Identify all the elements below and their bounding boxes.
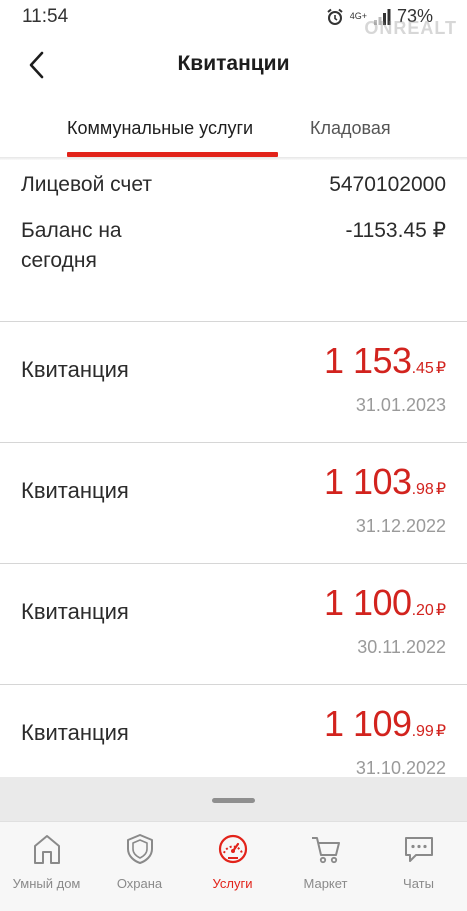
amount-fraction: .20 — [411, 602, 434, 619]
nav-label: Охрана — [116, 876, 163, 891]
alarm-icon — [327, 8, 343, 25]
nav-item-security[interactable]: Охрана — [93, 832, 186, 891]
receipt-date: 31.12.2022 — [355, 516, 446, 536]
amount-fraction: .99 — [411, 723, 434, 740]
balance-label-line2: сегодня — [21, 249, 97, 272]
receipt-label: Квитанция — [21, 478, 129, 503]
amount-currency: ₽ — [435, 602, 446, 619]
receipt-label: Квитанция — [21, 357, 129, 382]
receipt-label: Квитанция — [21, 720, 129, 745]
amount-currency: ₽ — [435, 481, 446, 498]
nav-label: Чаты — [403, 876, 434, 891]
account-value: 5470102000 — [329, 173, 446, 196]
receipt-date: 31.01.2023 — [355, 395, 446, 415]
amount-integer: 1 103 — [323, 461, 412, 502]
tabs: Коммунальные услуги Кладовая — [0, 100, 467, 158]
nav-label: Умный дом — [12, 876, 81, 891]
amount-integer: 1 153 — [323, 340, 412, 381]
receipt-amount: 1 103.98 ₽ — [324, 461, 446, 503]
page-title: Квитанции — [177, 52, 290, 75]
drag-handle[interactable] — [212, 798, 255, 803]
receipt-item[interactable]: Квитанция 1 103.98 ₽ 31.12.2022 — [0, 442, 467, 563]
speedometer-icon — [218, 834, 247, 864]
shield-icon — [126, 834, 153, 864]
balance-label: Баланс на сегодня — [21, 216, 122, 276]
balance-row: Баланс на сегодня -1153.45 ₽ — [21, 216, 446, 278]
nav-item-chats[interactable]: Чаты — [372, 832, 465, 891]
tab-utilities[interactable]: Коммунальные услуги — [67, 118, 253, 139]
amount-fraction: .98 — [411, 481, 434, 498]
nav-item-smart-home[interactable]: Умный дом — [0, 832, 93, 891]
nav-label: Услуги — [212, 876, 253, 891]
bottom-sheet-bar[interactable] — [0, 777, 467, 821]
amount-integer: 1 100 — [323, 582, 412, 623]
home-icon — [33, 835, 60, 864]
balance-value: -1153.45 ₽ — [345, 219, 446, 242]
receipt-date: 31.10.2022 — [355, 758, 446, 778]
header: Квитанции — [0, 34, 467, 94]
nav-item-market[interactable]: Маркет — [279, 832, 372, 891]
divider — [0, 157, 467, 160]
receipt-date: 30.11.2022 — [357, 637, 446, 657]
balance-label-line1: Баланс на — [21, 219, 122, 242]
receipt-label: Квитанция — [21, 599, 129, 624]
receipt-amount: 1 109.99 ₽ — [324, 703, 446, 745]
amount-currency: ₽ — [435, 360, 446, 377]
cart-icon — [311, 837, 340, 864]
status-time: 11:54 — [22, 6, 69, 27]
amount-currency: ₽ — [435, 723, 446, 740]
account-label: Лицевой счет — [21, 173, 152, 196]
receipt-amount: 1 153.45 ₽ — [324, 340, 446, 382]
nav-item-services[interactable]: Услуги — [186, 832, 279, 891]
nav-label: Маркет — [303, 876, 348, 891]
receipt-amount: 1 100.20 ₽ — [324, 582, 446, 624]
receipt-item[interactable]: Квитанция 1 100.20 ₽ 30.11.2022 — [0, 563, 467, 684]
amount-integer: 1 109 — [323, 703, 412, 744]
tab-storage[interactable]: Кладовая — [310, 118, 391, 139]
receipt-item[interactable]: Квитанция 1 153.45 ₽ 31.01.2023 — [0, 321, 467, 442]
bottom-nav: Умный дом Охрана Услуги Маркет Чаты — [0, 821, 467, 911]
receipts-list: Квитанция 1 153.45 ₽ 31.01.2023 Квитанция… — [0, 321, 467, 805]
amount-fraction: .45 — [411, 360, 434, 377]
status-bar: 11:54 4G+ 73% ONREALT — [0, 0, 467, 38]
chat-icon — [404, 837, 433, 862]
